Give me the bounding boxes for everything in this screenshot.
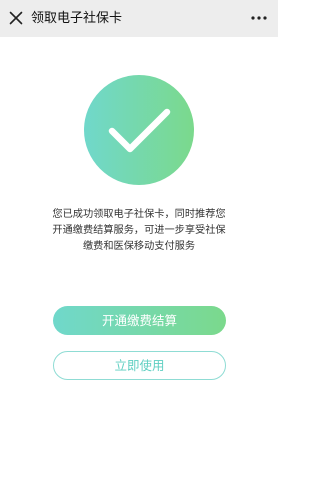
use-now-button[interactable]: 立即使用 — [53, 351, 226, 380]
message-line: 您已成功领取电子社保卡，同时推荐您 — [52, 209, 226, 220]
open-payment-settlement-button[interactable]: 开通缴费结算 — [53, 306, 226, 335]
close-icon — [9, 11, 23, 25]
navigation-bar: 领取电子社保卡 — [0, 0, 278, 37]
success-message: 您已成功领取电子社保卡，同时推荐您 开通缴费结算服务，可进一步享受社保 缴费和医… — [40, 207, 238, 255]
close-button[interactable] — [7, 9, 25, 27]
checkmark-icon — [108, 108, 171, 153]
message-line: 缴费和医保移动支付服务 — [82, 241, 196, 252]
more-icon — [251, 16, 267, 20]
page-title: 领取电子社保卡 — [31, 11, 123, 26]
message-line: 开通缴费结算服务，可进一步享受社保 — [52, 225, 226, 236]
page: 领取电子社保卡 您已成功领取电子社保卡，同时推荐您 开通缴费结算服务，可进一步享… — [0, 0, 278, 500]
more-button[interactable] — [251, 15, 267, 21]
success-badge — [84, 75, 194, 185]
